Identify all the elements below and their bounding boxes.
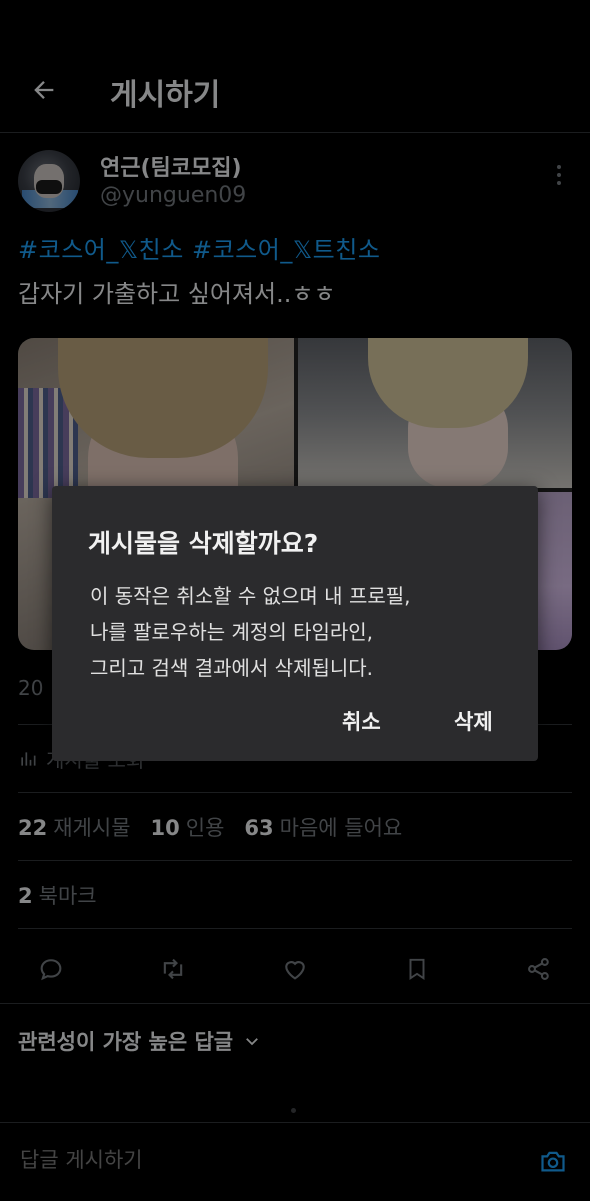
dialog-title: 게시물을 삭제할까요? xyxy=(88,529,319,558)
dialog-message-line: 이 동작은 취소할 수 없으며 내 프로필, xyxy=(90,584,411,608)
delete-confirmation-dialog: 게시물을 삭제할까요? 이 동작은 취소할 수 없으며 내 프로필, 나를 팔로… xyxy=(52,486,538,761)
dialog-message: 이 동작은 취소할 수 없으며 내 프로필, 나를 팔로우하는 계정의 타임라인… xyxy=(90,578,510,686)
delete-button[interactable]: 삭제 xyxy=(454,706,493,736)
cancel-button[interactable]: 취소 xyxy=(342,706,381,736)
dialog-message-line: 그리고 검색 결과에서 삭제됩니다. xyxy=(90,656,374,680)
dialog-message-line: 나를 팔로우하는 계정의 타임라인, xyxy=(90,620,374,644)
